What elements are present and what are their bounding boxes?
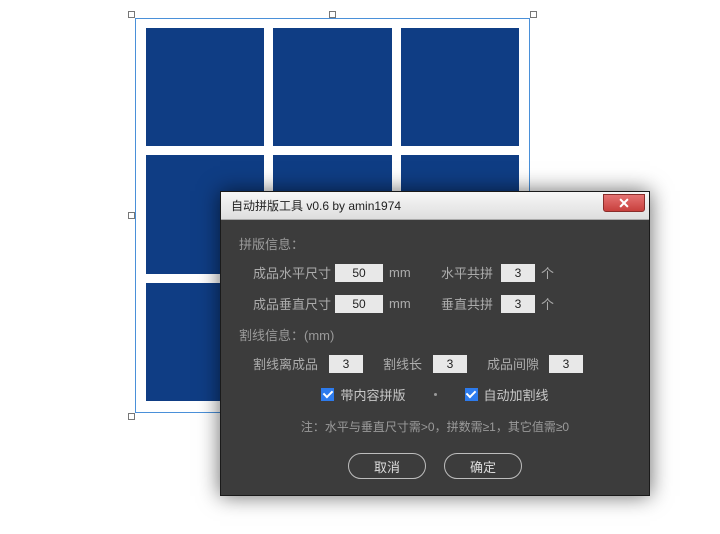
- close-button[interactable]: [603, 194, 645, 212]
- selection-handle-nw[interactable]: [128, 11, 135, 18]
- grid-cell[interactable]: [146, 28, 264, 146]
- checkbox-with-content[interactable]: [321, 388, 334, 401]
- label-vsize: 成品垂直尺寸: [253, 294, 335, 313]
- grid-cell[interactable]: [273, 28, 391, 146]
- selection-handle-w[interactable]: [128, 212, 135, 219]
- row-hsize: 成品水平尺寸 50 mm 水平共拼 3 个: [239, 263, 631, 282]
- selection-handle-sw[interactable]: [128, 413, 135, 420]
- dialog-window: 自动拼版工具 v0.6 by amin1974 拼版信息： 成品水平尺寸 50 …: [220, 191, 650, 496]
- input-hcount[interactable]: 3: [501, 264, 535, 282]
- row-cutlines: 割线离成品 3 割线长 3 成品间隙 3: [239, 354, 631, 373]
- input-vsize[interactable]: 50: [335, 295, 383, 313]
- unit-hcount: 个: [535, 263, 554, 282]
- grid-cell[interactable]: [401, 28, 519, 146]
- dialog-titlebar[interactable]: 自动拼版工具 v0.6 by amin1974: [221, 192, 649, 220]
- checkbox-row: 带内容拼版 自动加割线: [239, 385, 631, 404]
- unit-vcount: 个: [535, 294, 554, 313]
- input-cut-offset[interactable]: 3: [329, 355, 363, 373]
- selection-handle-n[interactable]: [329, 11, 336, 18]
- input-hsize[interactable]: 50: [335, 264, 383, 282]
- selection-handle-ne[interactable]: [530, 11, 537, 18]
- input-vcount[interactable]: 3: [501, 295, 535, 313]
- label-hcount: 水平共拼: [441, 263, 501, 282]
- unit-hsize: mm: [383, 265, 411, 280]
- unit-vsize: mm: [383, 296, 411, 311]
- close-icon: [620, 199, 629, 208]
- label-product-gap: 成品间隙: [487, 354, 545, 373]
- row-vsize: 成品垂直尺寸 50 mm 垂直共拼 3 个: [239, 294, 631, 313]
- cancel-button[interactable]: 取消: [348, 453, 426, 479]
- ok-button[interactable]: 确定: [444, 453, 522, 479]
- separator-dot: [434, 393, 437, 396]
- label-cut-offset: 割线离成品: [253, 354, 325, 373]
- input-product-gap[interactable]: 3: [549, 355, 583, 373]
- checkbox-auto-cutlines-label: 自动加割线: [484, 385, 549, 404]
- label-cut-length: 割线长: [383, 354, 429, 373]
- checkbox-auto-cutlines[interactable]: [465, 388, 478, 401]
- section-title-cutlines: 割线信息：(mm): [239, 325, 631, 344]
- checkbox-with-content-label: 带内容拼版: [340, 385, 405, 404]
- input-cut-length[interactable]: 3: [433, 355, 467, 373]
- label-vcount: 垂直共拼: [441, 294, 501, 313]
- label-hsize: 成品水平尺寸: [253, 263, 335, 282]
- dialog-title: 自动拼版工具 v0.6 by amin1974: [231, 197, 401, 214]
- section-title-layout: 拼版信息：: [239, 234, 631, 253]
- dialog-note: 注：水平与垂直尺寸需>0，拼数需≥1，其它值需≥0: [239, 418, 631, 435]
- button-row: 取消 确定: [239, 453, 631, 479]
